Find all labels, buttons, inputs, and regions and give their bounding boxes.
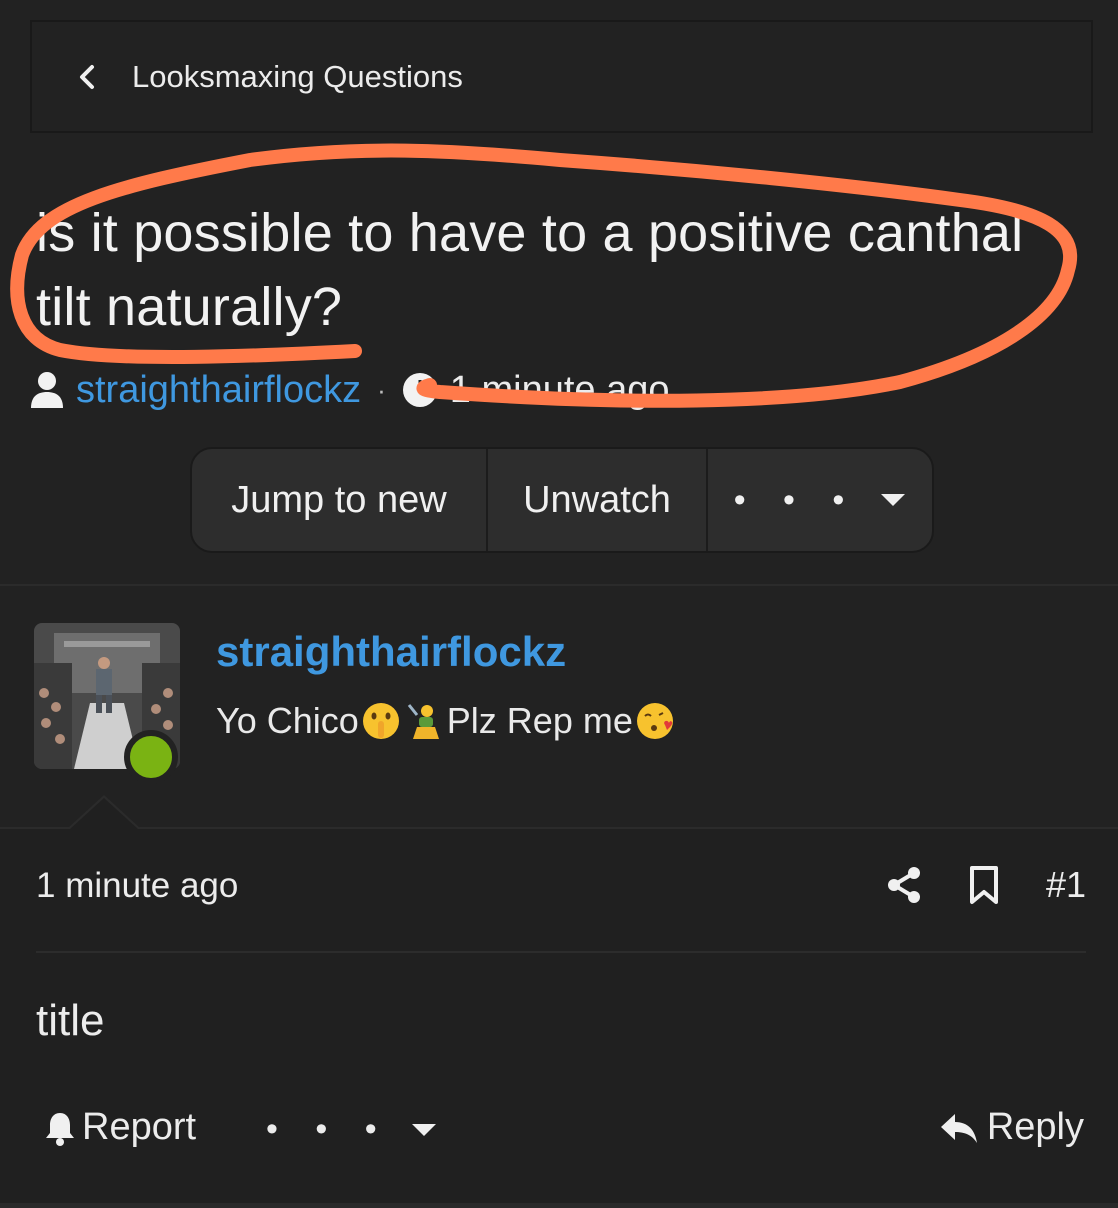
breadcrumb-label: Looksmaxing Questions — [132, 58, 463, 94]
more-options-button[interactable]: • • • — [708, 449, 932, 551]
caret-down-icon — [881, 494, 906, 506]
poster-signature: Yo Chico Plz Rep me — [216, 700, 677, 742]
reply-icon — [940, 1113, 977, 1143]
thread-actions-group: Jump to new Unwatch • • • — [190, 447, 934, 553]
report-button[interactable]: Report — [44, 1106, 196, 1149]
thread-time: 1 minute ago — [449, 368, 670, 411]
signature-text-1: Yo Chico — [216, 700, 359, 741]
fencer-emoji-icon — [407, 704, 439, 739]
poster-username-link[interactable]: straighthairflockz — [216, 628, 566, 676]
post-footer: Report • • • Reply — [0, 1100, 1118, 1160]
post-more-button[interactable]: • • • — [266, 1110, 437, 1149]
thread-author-link[interactable]: straighthairflockz — [76, 369, 361, 412]
reply-button[interactable]: Reply — [939, 1106, 1084, 1149]
thread-meta: straighthairflockz · 1 minute ago — [30, 365, 670, 415]
bottom-divider — [0, 1203, 1118, 1208]
jump-to-new-button[interactable]: Jump to new — [192, 449, 486, 551]
user-icon — [31, 372, 63, 408]
signature-text-2: Plz Rep me — [446, 700, 633, 741]
chevron-left-icon — [80, 64, 94, 89]
shushing-face-emoji-icon — [362, 703, 399, 739]
post-content: title — [36, 996, 105, 1045]
clock-icon — [402, 373, 437, 407]
kissing-face-emoji-icon — [636, 703, 673, 739]
post-divider — [36, 951, 1086, 953]
meta-separator: · — [377, 374, 386, 405]
post-number-link[interactable]: #1 — [1046, 864, 1086, 906]
reply-label: Reply — [986, 1106, 1084, 1148]
bookmark-icon[interactable] — [966, 865, 1002, 905]
post-actions-top: #1 — [886, 864, 1086, 906]
post-arrow-fill — [70, 798, 138, 829]
share-icon[interactable] — [886, 865, 922, 905]
breadcrumb[interactable]: Looksmaxing Questions — [30, 20, 1093, 133]
thread-title: is it possible to have to a positive can… — [36, 203, 1024, 337]
more-dots: • • • — [733, 480, 859, 519]
unwatch-button[interactable]: Unwatch — [488, 449, 706, 551]
report-label: Report — [82, 1106, 197, 1148]
online-status-indicator — [124, 730, 178, 784]
post-time[interactable]: 1 minute ago — [36, 866, 238, 906]
caret-down-icon — [411, 1123, 436, 1136]
bell-icon — [46, 1112, 74, 1146]
more-dots: • • • — [266, 1110, 391, 1148]
